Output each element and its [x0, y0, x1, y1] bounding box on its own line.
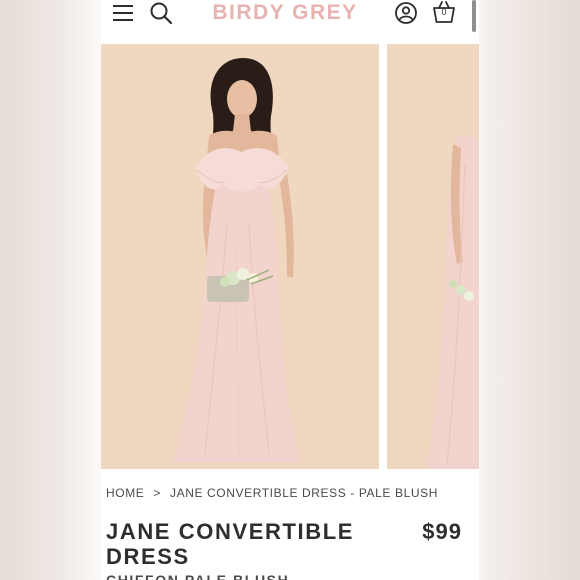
scrollbar[interactable]: [472, 0, 476, 32]
product-photo-side[interactable]: [387, 44, 479, 469]
breadcrumb: HOME > JANE CONVERTIBLE DRESS - PALE BLUSH: [106, 486, 438, 500]
cart-icon[interactable]: 0: [431, 0, 457, 25]
site-header: BIRDY GREY 0: [101, 0, 479, 42]
breadcrumb-home-link[interactable]: HOME: [106, 486, 144, 500]
phone-screen: BIRDY GREY 0 HOME > JANE CONVERTIBLE DRE…: [101, 0, 479, 580]
product-title: JANE CONVERTIBLE DRESS: [106, 519, 355, 569]
breadcrumb-current-link[interactable]: JANE CONVERTIBLE DRESS - PALE BLUSH: [170, 486, 438, 500]
product-image-carousel[interactable]: [101, 44, 479, 469]
product-subtitle: CHIFFON PALE BLUSH: [106, 572, 290, 580]
brand-logo[interactable]: BIRDY GREY: [205, 0, 365, 26]
menu-icon[interactable]: [113, 4, 133, 22]
breadcrumb-separator: >: [153, 486, 162, 500]
product-price: $99: [422, 519, 462, 544]
account-icon[interactable]: [394, 1, 418, 25]
cart-count-badge: 0: [441, 7, 447, 17]
product-photo-front[interactable]: [101, 44, 379, 469]
search-icon[interactable]: [149, 1, 173, 25]
